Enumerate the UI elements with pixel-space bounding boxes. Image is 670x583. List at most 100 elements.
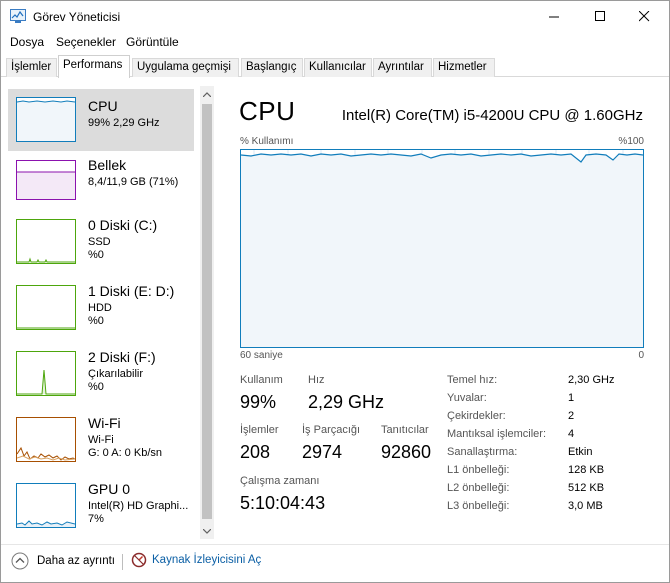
sidebar-scrollbar[interactable]: [200, 86, 214, 539]
cores-value: 2: [568, 410, 575, 422]
tab-details[interactable]: Ayrıntılar: [373, 58, 432, 77]
tab-services[interactable]: Hizmetler: [433, 58, 495, 77]
disk-1-thumbnail: [16, 285, 76, 330]
logical-processors-value: 4: [568, 428, 575, 440]
sidebar-item-title: 0 Diski (C:): [88, 217, 158, 233]
sidebar-item-subtitle: Intel(R) HD Graphi...: [88, 500, 189, 512]
sidebar-item-title: 2 Diski (F:): [88, 349, 156, 365]
sockets-label: Yuvalar:: [447, 392, 487, 404]
minimize-button[interactable]: [531, 1, 577, 32]
menu-view[interactable]: Görüntüle: [126, 35, 179, 49]
sidebar-item-subtitle: G: 0 A: 0 Kb/sn: [88, 447, 162, 459]
memory-mini-graph: [17, 171, 75, 199]
sidebar-item-subtitle: SSD: [88, 236, 111, 248]
close-icon: [638, 11, 649, 22]
disk-0-mini-graph: [17, 257, 75, 263]
threads-label: İş Parçacığı: [302, 424, 361, 436]
sidebar-item-gpu[interactable]: GPU 0 Intel(R) HD Graphi... 7%: [8, 479, 194, 541]
window-title: Görev Yöneticisi: [33, 10, 121, 24]
sidebar-item-subtitle: Çıkarılabilir: [88, 368, 144, 380]
title-bar[interactable]: Görev Yöneticisi: [1, 1, 669, 32]
menu-bar: Dosya Seçenekler Görüntüle: [1, 32, 669, 52]
tab-performance[interactable]: Performans: [58, 55, 130, 78]
tab-strip: İşlemler Performans Uygulama geçmişi Baş…: [1, 55, 669, 78]
sidebar-item-memory[interactable]: Bellek 8,4/11,9 GB (71%): [8, 155, 194, 217]
graph-y-max: %100: [618, 136, 644, 147]
task-manager-window: Görev Yöneticisi Dosya Seçenekler Görünt…: [0, 0, 670, 583]
sidebar-item-title: CPU: [88, 98, 118, 114]
cpu-detail-panel: CPU Intel(R) Core(TM) i5-4200U CPU @ 1.6…: [216, 86, 663, 536]
disk-2-thumbnail: [16, 351, 76, 396]
scroll-down-arrow[interactable]: [200, 523, 214, 539]
cores-label: Çekirdekler:: [447, 410, 506, 422]
resource-monitor-icon: [131, 552, 147, 568]
sidebar-item-subtitle: Wi-Fi: [88, 434, 114, 446]
sidebar-item-title: Bellek: [88, 157, 127, 173]
fewer-details-button[interactable]: Daha az ayrıntı: [11, 552, 115, 570]
sidebar-item-cpu[interactable]: CPU 99% 2,29 GHz: [8, 89, 194, 151]
speed-value: 2,29 GHz: [308, 392, 385, 412]
open-resource-monitor-link[interactable]: Kaynak İzleyicisini Aç: [131, 552, 261, 568]
task-manager-icon: [10, 9, 26, 23]
cpu-usage-graph: [240, 149, 644, 348]
minimize-icon: [548, 16, 559, 18]
sidebar-item-title: GPU 0: [88, 481, 131, 497]
cpu-usage-area: [241, 154, 643, 347]
maximize-button[interactable]: [577, 1, 623, 32]
virtualization-value: Etkin: [568, 446, 593, 458]
sidebar-item-subtitle: 8,4/11,9 GB (71%): [88, 176, 179, 188]
usage-value: 99%: [240, 392, 277, 412]
uptime-value: 5:10:04:43: [240, 493, 326, 513]
page-title: CPU: [239, 96, 296, 126]
tab-users[interactable]: Kullanıcılar: [304, 58, 372, 77]
sidebar-item-title: Wi-Fi: [88, 415, 121, 431]
disk-2-mini-graph: [17, 369, 75, 395]
disk-0-thumbnail: [16, 219, 76, 264]
gpu-thumbnail: [16, 483, 76, 528]
base-speed-label: Temel hız:: [447, 374, 498, 386]
cpu-thumbnail: [16, 97, 76, 142]
collapse-chevron-icon: [11, 552, 29, 570]
resource-list: CPU 99% 2,29 GHz Bellek 8,4/11,9 GB (71%…: [7, 86, 214, 539]
l2-cache-label: L2 önbelleği:: [447, 482, 510, 494]
sidebar-item-disk-2[interactable]: 2 Diski (F:) Çıkarılabilir %0: [8, 347, 194, 409]
sidebar-item-subtitle: %0: [88, 315, 104, 327]
graph-x-label: 60 saniye: [240, 350, 283, 361]
handles-label: Tanıtıcılar: [381, 424, 429, 436]
sidebar-item-wifi[interactable]: Wi-Fi Wi-Fi G: 0 A: 0 Kb/sn: [8, 413, 194, 475]
sidebar-item-disk-0[interactable]: 0 Diski (C:) SSD %0: [8, 215, 194, 277]
l3-cache-label: L3 önbelleği:: [447, 500, 510, 512]
cpu-mini-graph: [16, 100, 76, 141]
base-speed-value: 2,30 GHz: [568, 374, 615, 386]
cpu-usage-plot: [240, 150, 644, 347]
l2-cache-value: 512 KB: [568, 482, 605, 494]
footer-bar: Daha az ayrıntı Kaynak İzleyicisini Aç: [1, 544, 669, 582]
sidebar-item-title: 1 Diski (E: D:): [88, 283, 175, 299]
fewer-details-label: Daha az ayrıntı: [37, 555, 115, 567]
scroll-up-arrow[interactable]: [200, 86, 214, 102]
close-button[interactable]: [621, 1, 667, 32]
wifi-thumbnail: [16, 417, 76, 462]
scroll-thumb[interactable]: [202, 104, 212, 519]
sidebar-item-subtitle: %0: [88, 381, 104, 393]
usage-label: Kullanım: [240, 374, 283, 386]
graph-y-label: % Kullanımı: [240, 136, 294, 147]
footer-separator: [122, 554, 123, 570]
menu-options[interactable]: Seçenekler: [56, 35, 116, 49]
tab-processes[interactable]: İşlemler: [6, 58, 57, 77]
logical-processors-label: Mantıksal işlemciler:: [447, 428, 547, 440]
sidebar-item-subtitle: HDD: [88, 302, 112, 314]
l3-cache-value: 3,0 MB: [568, 500, 603, 512]
wifi-mini-graph: [16, 446, 76, 461]
sockets-value: 1: [568, 392, 575, 404]
sidebar-item-subtitle: %0: [88, 249, 104, 261]
sidebar-item-disk-1[interactable]: 1 Diski (E: D:) HDD %0: [8, 281, 194, 343]
tab-app-history[interactable]: Uygulama geçmişi: [132, 58, 239, 77]
virtualization-label: Sanallaştırma:: [447, 446, 518, 458]
tab-startup[interactable]: Başlangıç: [241, 58, 303, 77]
uptime-label: Çalışma zamanı: [240, 475, 320, 487]
chevron-up-icon: [203, 91, 211, 97]
menu-file[interactable]: Dosya: [10, 35, 44, 49]
sidebar-item-subtitle: 7%: [88, 513, 104, 525]
gpu-mini-graph: [16, 520, 76, 527]
